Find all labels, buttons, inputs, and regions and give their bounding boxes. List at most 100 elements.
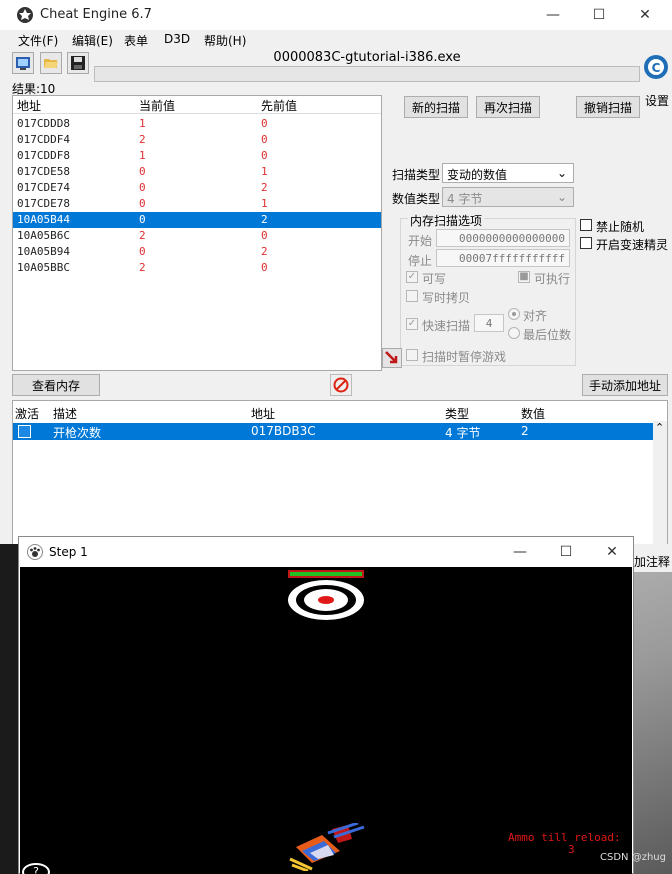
help-icon[interactable]: ? (22, 863, 50, 874)
value-type-select[interactable]: 4 字节 ⌄ (442, 187, 574, 207)
executable-checkbox[interactable]: ■ (518, 271, 530, 283)
svg-text:C: C (652, 61, 661, 75)
add-to-list-button[interactable] (382, 348, 402, 368)
table-row[interactable]: 017CDDF8 1 0 (13, 148, 381, 164)
found-address-list[interactable]: 地址 当前值 先前值 017CDDD8 1 0 017CDDF4 2 0 017CDDF… (12, 95, 382, 371)
cheat-engine-window: Cheat Engine 6.7 — ☐ ✕ 文件(F) 编辑(E) 表单 D3… (0, 0, 672, 544)
row-value: 2 (139, 261, 146, 274)
settings-label[interactable]: 设置 (645, 92, 669, 109)
menu-table[interactable]: 表单 (124, 32, 148, 49)
column-value[interactable]: 当前值 (139, 97, 175, 114)
column-address[interactable]: 地址 (17, 97, 41, 114)
undo-scan-button[interactable]: 撤销扫描 (576, 96, 640, 118)
row-previous: 0 (261, 133, 268, 146)
table-row[interactable]: 10A05BBC 2 0 (13, 260, 381, 276)
maximize-button[interactable]: ☐ (576, 0, 622, 30)
row-value: 0 (139, 181, 146, 194)
fast-scan-value-input[interactable]: 4 (474, 314, 504, 332)
active-checkbox[interactable] (18, 425, 31, 438)
row-previous: 1 (261, 197, 268, 210)
no-random-label: 禁止随机 (596, 220, 645, 234)
row-address: 10A05B6C (17, 229, 70, 242)
scrollbar[interactable]: ⌃ (653, 421, 667, 544)
value-type-label: 数值类型 (392, 192, 441, 206)
row-previous: 0 (261, 117, 268, 130)
column-previous[interactable]: 先前值 (261, 97, 297, 114)
cheat-engine-logo[interactable]: C (642, 52, 670, 86)
table-row-selected[interactable]: 10A05B44 0 2 (13, 212, 381, 228)
column-active[interactable]: 激活 (15, 405, 39, 422)
table-row[interactable]: 10A05B6C 2 0 (13, 228, 381, 244)
title-bar[interactable]: Cheat Engine 6.7 — ☐ ✕ (0, 0, 672, 30)
start-address-input[interactable]: 0000000000000000 (436, 229, 570, 247)
scan-type-label: 扫描类型 (392, 168, 441, 182)
writable-checkbox[interactable]: ✓ (406, 271, 418, 283)
cheat-table-row[interactable]: 开枪次数 017BDB3C 4 字节 2 (13, 423, 653, 440)
open-file-icon (44, 59, 58, 68)
table-row[interactable]: 017CDDD8 1 0 (13, 116, 381, 132)
close-button[interactable]: ✕ (622, 0, 668, 30)
cheat-description: 开枪次数 (53, 426, 102, 440)
pause-game-checkbox[interactable] (406, 349, 418, 361)
cheat-type: 4 字节 (445, 426, 481, 440)
step1-minimize-button[interactable]: — (497, 537, 543, 567)
add-address-manually-button[interactable]: 手动添加地址 (582, 374, 668, 396)
speedhack-checkbox[interactable] (580, 237, 592, 249)
menu-help[interactable]: 帮助(H) (204, 32, 246, 49)
cheat-value: 2 (521, 424, 529, 438)
open-file-button[interactable] (40, 52, 62, 74)
stop-button[interactable] (330, 374, 352, 396)
save-icon (71, 56, 85, 70)
view-memory-button[interactable]: 查看内存 (12, 374, 100, 396)
row-value: 0 (139, 165, 146, 178)
table-row[interactable]: 017CDE74 0 2 (13, 180, 381, 196)
step1-close-button[interactable]: ✕ (589, 537, 635, 567)
save-button[interactable] (67, 52, 89, 74)
player-ship-icon[interactable] (288, 823, 372, 871)
row-address: 017CDE78 (17, 197, 70, 210)
column-value[interactable]: 数值 (521, 405, 545, 422)
table-row[interactable]: 017CDE58 0 1 (13, 164, 381, 180)
row-value: 1 (139, 149, 146, 162)
row-address: 017CDDF8 (17, 149, 70, 162)
open-process-button[interactable] (12, 52, 34, 74)
chevron-up-icon[interactable]: ⌃ (655, 421, 664, 434)
align-label: 对齐 (523, 309, 548, 323)
table-row[interactable]: 017CDE78 0 1 (13, 196, 381, 212)
column-description[interactable]: 描述 (53, 405, 77, 422)
row-value: 1 (139, 117, 146, 130)
column-type[interactable]: 类型 (445, 405, 469, 422)
cheat-engine-icon (17, 7, 33, 23)
next-scan-button[interactable]: 再次扫描 (476, 96, 540, 118)
copy-on-write-checkbox[interactable] (406, 290, 418, 302)
pause-game-label: 扫描时暂停游戏 (422, 350, 507, 364)
menu-edit[interactable]: 编辑(E) (72, 32, 113, 49)
arrow-icon (385, 351, 398, 364)
scan-type-select[interactable]: 变动的数值 ⌄ (442, 163, 574, 183)
scan-progress-bar (94, 66, 640, 82)
menu-file[interactable]: 文件(F) (18, 32, 58, 49)
column-address[interactable]: 地址 (251, 405, 275, 422)
writable-label: 可写 (422, 272, 447, 286)
fast-scan-checkbox[interactable]: ✓ (406, 318, 418, 330)
add-comment-button-partial[interactable]: 加注释 (632, 544, 672, 572)
row-value: 0 (139, 213, 146, 226)
row-previous: 2 (261, 213, 268, 226)
table-row[interactable]: 017CDDF4 2 0 (13, 132, 381, 148)
cheat-table[interactable]: 激活 描述 地址 类型 数值 开枪次数 017BDB3C 4 字节 2 ⌃ (12, 400, 668, 544)
last-digits-radio[interactable] (508, 327, 520, 339)
target-icon[interactable] (286, 579, 366, 621)
start-label: 开始 (408, 234, 433, 248)
minimize-button[interactable]: — (530, 0, 576, 30)
new-scan-button[interactable]: 新的扫描 (404, 96, 468, 118)
game-canvas[interactable]: Ammo till reload: 3 ? (20, 567, 632, 874)
step1-title-bar[interactable]: Step 1 — ☐ ✕ (19, 537, 633, 567)
step1-maximize-button[interactable]: ☐ (543, 537, 589, 567)
menu-d3d[interactable]: D3D (164, 32, 190, 46)
table-row[interactable]: 10A05B94 0 2 (13, 244, 381, 260)
no-random-checkbox[interactable] (580, 219, 592, 231)
speedhack-label: 开启变速精灵 (596, 238, 669, 252)
align-radio[interactable] (508, 308, 520, 320)
background-app-strip (0, 544, 18, 874)
stop-address-input[interactable]: 00007fffffffffff (436, 249, 570, 267)
